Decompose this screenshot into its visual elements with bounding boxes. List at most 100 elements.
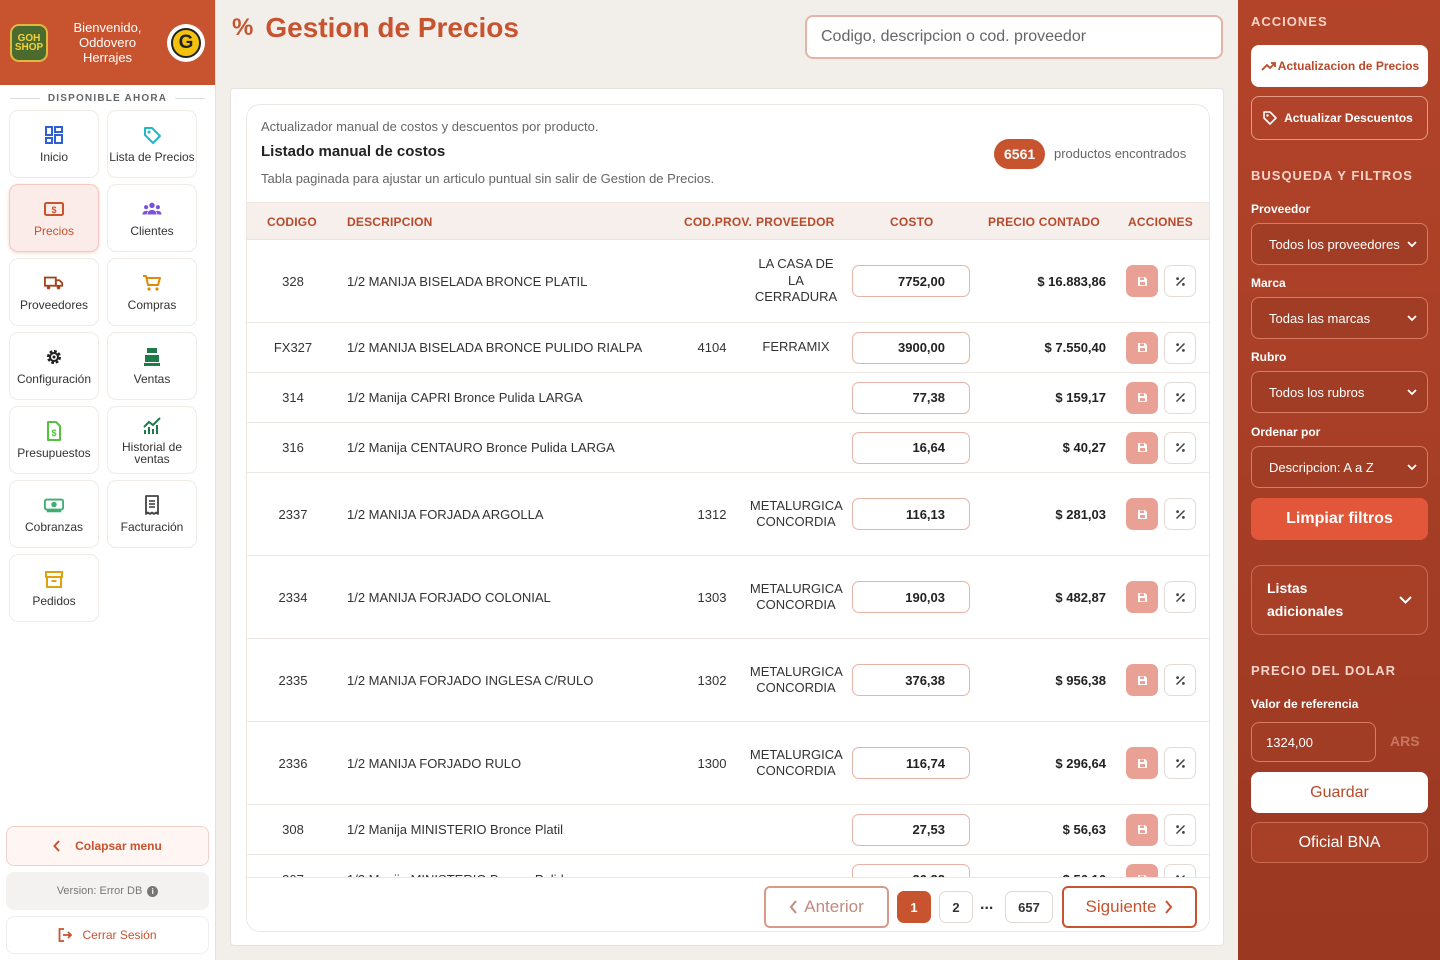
cost-input[interactable] (852, 331, 970, 364)
chevron-right-icon (1164, 900, 1173, 914)
cost-input[interactable] (852, 581, 970, 613)
welcome-text: Bienvenido, Oddovero Herrajes (48, 20, 167, 65)
cell-cost (852, 423, 970, 472)
cell-cost (852, 805, 970, 854)
discount-row-button[interactable] (1164, 331, 1196, 364)
page-button-last[interactable]: 657 (1005, 891, 1053, 923)
supplier-select[interactable]: Todos los proveedores (1251, 223, 1428, 265)
cost-input[interactable] (852, 664, 970, 696)
column-header-codigo[interactable]: CODIGO (267, 203, 317, 241)
cost-input[interactable] (852, 813, 970, 846)
save-row-button[interactable] (1126, 498, 1158, 530)
sidebar-item-configuracion[interactable]: Configuración (9, 332, 99, 400)
additional-lists-toggle[interactable]: Listas adicionales (1251, 565, 1428, 635)
trending-up-icon (1261, 60, 1277, 72)
clear-filters-button[interactable]: Limpiar filtros (1251, 498, 1428, 540)
brand-select[interactable]: Todas las marcas (1251, 297, 1428, 339)
info-icon[interactable]: i (147, 885, 159, 897)
table-row: 2336 1/2 MANIJA FORJADO RULO 1300 METALURGI… (247, 722, 1209, 805)
discount-row-button[interactable] (1164, 813, 1196, 846)
official-bna-button[interactable]: Oficial BNA (1251, 822, 1428, 863)
save-dollar-button[interactable]: Guardar (1251, 772, 1428, 813)
save-row-button[interactable] (1126, 265, 1158, 297)
save-row-button[interactable] (1126, 431, 1158, 464)
cost-input[interactable] (852, 431, 970, 464)
save-row-button[interactable] (1126, 813, 1158, 846)
sidebar-item-cobranzas[interactable]: Cobranzas (9, 480, 99, 548)
cell-cash-price: $ 56,16 (982, 855, 1106, 877)
logout-label: Cerrar Sesión (82, 928, 157, 942)
column-header-proveedor[interactable]: PROVEEDOR (756, 203, 834, 241)
sidebar-item-lista-precios[interactable]: Lista de Precios (107, 110, 197, 178)
discount-row-button[interactable] (1164, 265, 1196, 297)
cell-code: 2337 (278, 506, 308, 522)
page-button-current[interactable]: 1 (897, 891, 931, 923)
sidebar-item-pedidos[interactable]: Pedidos (9, 554, 99, 622)
discount-row-button[interactable] (1164, 431, 1196, 464)
cost-input[interactable] (852, 265, 970, 297)
logout-button[interactable]: Cerrar Sesión (6, 916, 209, 954)
sidebar-item-inicio[interactable]: Inicio (9, 110, 99, 178)
sidebar-item-precios[interactable]: $ Precios (9, 184, 99, 252)
welcome-line: Bienvenido, (73, 20, 142, 35)
shop-logo[interactable]: GOH SHOP (10, 23, 48, 62)
search-input[interactable] (805, 15, 1223, 59)
column-header-descripcion[interactable]: DESCRIPCION (347, 203, 433, 241)
dollar-price-title: PRECIO DEL DOLAR (1251, 663, 1397, 678)
column-header-costo[interactable]: COSTO (890, 203, 933, 241)
discount-row-button[interactable] (1164, 863, 1196, 877)
cell-code: 2335 (278, 672, 308, 688)
table-row: 316 1/2 Manija CENTAURO Bronce Pulida LAR… (247, 423, 1209, 473)
cell-actions (1126, 805, 1198, 854)
category-select-value: Todos los rubros (1269, 384, 1365, 400)
save-row-button[interactable] (1126, 381, 1158, 414)
sidebar-item-historial-ventas[interactable]: Historial de ventas (107, 406, 197, 474)
save-row-button[interactable] (1126, 664, 1158, 696)
price-list-card: Actualizador manual de costos y descuent… (246, 104, 1210, 932)
update-discounts-button[interactable]: Actualizar Descuentos (1251, 96, 1428, 140)
cell-supplier: METALURGICA CONCORDIA (749, 580, 843, 613)
sidebar-nav: Inicio Lista de Precios $ Precios Client… (0, 110, 215, 622)
discount-row-button[interactable] (1164, 664, 1196, 696)
save-row-button[interactable] (1126, 331, 1158, 364)
cost-input[interactable] (852, 381, 970, 414)
next-page-button[interactable]: Siguiente (1062, 886, 1197, 928)
page-button[interactable]: 2 (939, 891, 973, 923)
sidebar-item-ventas[interactable]: Ventas (107, 332, 197, 400)
save-row-button[interactable] (1126, 747, 1158, 779)
cost-input[interactable] (852, 747, 970, 779)
previous-page-button[interactable]: Anterior (764, 886, 889, 928)
update-prices-button[interactable]: Actualizacion de Precios (1251, 45, 1428, 87)
cost-input[interactable] (852, 863, 970, 877)
discount-row-button[interactable] (1164, 747, 1196, 779)
sort-select[interactable]: Descripcion: A a Z (1251, 446, 1428, 488)
discount-row-button[interactable] (1164, 581, 1196, 613)
sidebar-item-presupuestos[interactable]: $ Presupuestos (9, 406, 99, 474)
column-header-precio-contado[interactable]: PRECIO CONTADO (988, 203, 1100, 241)
cell-actions (1126, 639, 1198, 721)
sidebar-item-label: Ventas (133, 372, 171, 386)
table-row: 308 1/2 Manija MINISTERIO Bronce Platil $ … (247, 805, 1209, 855)
chevron-down-icon (1399, 596, 1412, 604)
save-row-button[interactable] (1126, 863, 1158, 877)
cell-cash-price: $ 956,38 (1055, 672, 1106, 688)
discount-row-button[interactable] (1164, 381, 1196, 414)
save-row-button[interactable] (1126, 581, 1158, 613)
category-select[interactable]: Todos los rubros (1251, 371, 1428, 413)
card-title: Listado manual de costos (261, 143, 446, 160)
collapse-menu-button[interactable]: Colapsar menu (6, 826, 209, 866)
cell-supplier (752, 373, 840, 422)
tag-icon (142, 125, 162, 145)
discount-row-button[interactable] (1164, 498, 1196, 530)
dollar-reference-input[interactable] (1251, 722, 1376, 762)
cost-input[interactable] (852, 498, 970, 530)
cell-cost (852, 373, 970, 422)
sidebar-item-compras[interactable]: Compras (107, 258, 197, 326)
sidebar: GOH SHOP Bienvenido, Oddovero Herrajes G… (0, 0, 216, 960)
sidebar-item-facturacion[interactable]: Facturación (107, 480, 197, 548)
column-header-cod-prov[interactable]: COD.PROV. (684, 203, 752, 241)
sidebar-item-proveedores[interactable]: Proveedores (9, 258, 99, 326)
sidebar-item-label: Precios (33, 224, 74, 238)
sidebar-item-clientes[interactable]: Clientes (107, 184, 197, 252)
supplier-select-value: Todos los proveedores (1269, 236, 1400, 252)
